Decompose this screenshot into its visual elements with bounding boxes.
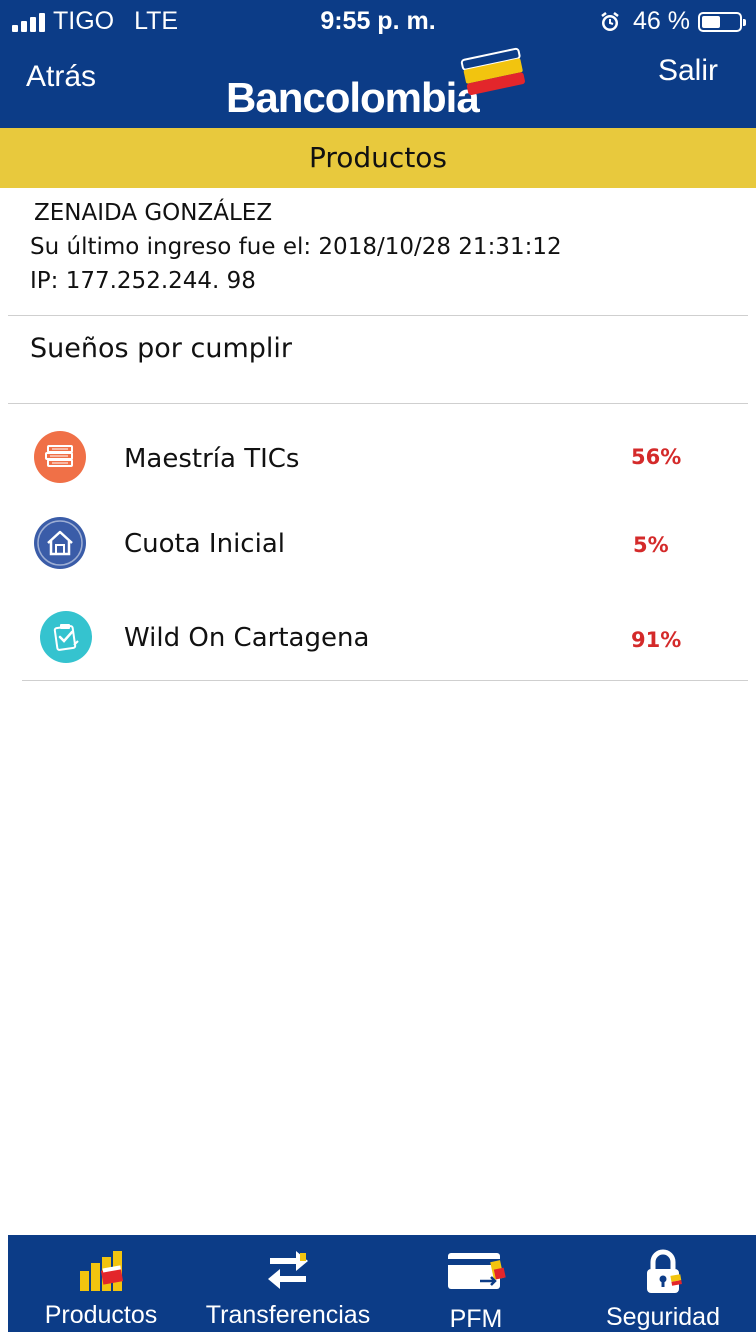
divider — [22, 680, 748, 681]
goal-label: Cuota Inicial — [124, 529, 285, 559]
goal-percent: 56% — [631, 445, 682, 469]
section-header: Productos — [0, 128, 756, 188]
tab-transferencias[interactable]: Transferencias — [194, 1235, 382, 1332]
goal-percent: 91% — [631, 628, 682, 652]
user-name: ZENAIDA GONZÁLEZ — [34, 200, 273, 226]
products-icon — [80, 1251, 124, 1291]
status-bar: TIGO LTE 9:55 p. m. 46 % — [0, 0, 756, 42]
goal-item-wild-on-cartagena[interactable]: Wild On Cartagena 91% — [24, 594, 744, 680]
divider — [8, 315, 748, 316]
bancolombia-logo: Bancolombia — [226, 42, 536, 128]
tab-label: Seguridad — [606, 1303, 720, 1331]
ip-address: IP: 177.252.244. 98 — [30, 268, 256, 294]
back-button[interactable]: Atrás — [26, 60, 96, 94]
goal-item-maestria[interactable]: Maestría TICs 56% — [24, 414, 744, 500]
tab-seguridad[interactable]: Seguridad — [570, 1235, 756, 1332]
battery-percent: 46 % — [633, 7, 690, 35]
goal-percent: 5% — [633, 533, 669, 557]
user-info: ZENAIDA GONZÁLEZ Su último ingreso fue e… — [30, 196, 562, 298]
bottom-tab-bar: Productos Transferencias PFM Seguridad — [8, 1235, 756, 1333]
tab-label: PFM — [449, 1305, 503, 1333]
status-right: 46 % — [599, 7, 746, 36]
goal-label: Wild On Cartagena — [124, 623, 370, 653]
goal-item-cuota-inicial[interactable]: Cuota Inicial 5% — [24, 500, 744, 586]
tab-productos[interactable]: Productos — [8, 1235, 194, 1332]
battery-icon — [698, 11, 746, 32]
nav-bar: Atrás Bancolombia Salir — [0, 42, 756, 128]
house-icon — [34, 517, 86, 569]
lock-icon — [647, 1249, 682, 1293]
tab-pfm[interactable]: PFM — [382, 1235, 570, 1333]
brand-flag-icon — [460, 47, 525, 96]
divider — [8, 403, 748, 404]
tab-label: Transferencias — [205, 1301, 371, 1329]
dreams-title: Sueños por cumplir — [30, 333, 292, 364]
alarm-icon — [601, 11, 619, 31]
books-icon — [34, 431, 86, 483]
checklist-icon — [40, 611, 92, 663]
exit-button[interactable]: Salir — [658, 54, 718, 88]
brand-name: Bancolombia — [226, 74, 480, 121]
tab-label: Productos — [44, 1301, 158, 1329]
last-login: Su último ingreso fue el: 2018/10/28 21:… — [30, 234, 562, 260]
goal-label: Maestría TICs — [124, 444, 300, 474]
transfer-arrows-icon — [268, 1251, 308, 1289]
card-icon — [448, 1253, 506, 1289]
